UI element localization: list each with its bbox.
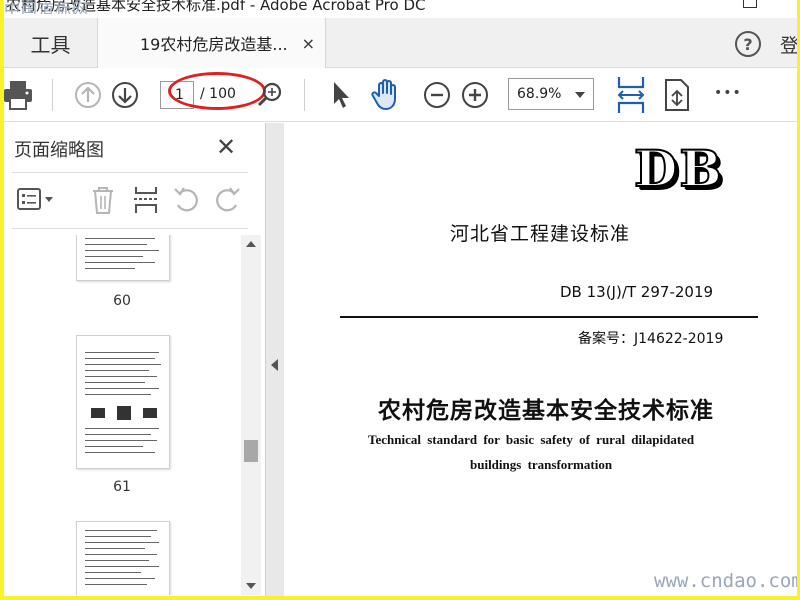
thumbnail-options-icon[interactable]	[16, 185, 56, 215]
sign-in-button[interactable]: 登	[780, 31, 797, 58]
zoom-search-icon[interactable]	[256, 81, 284, 109]
tab-tools[interactable]: 工具	[4, 18, 98, 68]
watermark-top-left: 中国道标网	[4, 0, 90, 14]
scroll-down-icon[interactable]	[246, 583, 256, 589]
thumbnail-page-60[interactable]	[76, 235, 170, 281]
help-icon[interactable]: ?	[735, 31, 761, 57]
document-title-en-line1: Technical standard for basic safety of r…	[368, 432, 695, 447]
panel-divider	[12, 228, 248, 229]
select-cursor-icon[interactable]	[330, 80, 352, 110]
window-restore-icon[interactable]	[743, 0, 757, 8]
toolbar-separator	[304, 79, 305, 111]
insert-page-icon[interactable]	[132, 185, 160, 215]
thumbnail-label: 60	[113, 293, 131, 309]
thumbnail-panel: 页面缩略图 ✕ 60 61	[4, 123, 266, 596]
document-title-cn: 农村危房改造基本安全技术标准	[378, 397, 714, 424]
scroll-up-icon[interactable]	[246, 241, 256, 247]
acrobat-window: 农村危房改造基本安全技术标准.pdf - Adobe Acrobat Pro D…	[4, 0, 797, 596]
more-tools-icon[interactable]: •••	[714, 85, 742, 101]
zoom-in-icon[interactable]	[460, 80, 490, 110]
zoom-out-icon[interactable]	[422, 80, 452, 110]
tab-document[interactable]: 19农村危房改造基... ×	[98, 18, 326, 68]
page-layout-icon[interactable]	[664, 78, 690, 112]
panel-divider	[12, 172, 248, 173]
tab-close-icon[interactable]: ×	[302, 34, 315, 53]
thumbnail-label: 61	[113, 479, 131, 495]
document-record-number: 备案号：J14622-2019	[578, 331, 724, 347]
toolbar-separator	[52, 79, 53, 111]
panel-close-icon[interactable]: ✕	[216, 133, 236, 161]
main-toolbar: 1 / 100 68.9% •••	[4, 69, 797, 122]
db-logo: DB	[633, 138, 724, 199]
hand-tool-icon[interactable]	[370, 78, 402, 112]
previous-page-icon[interactable]	[73, 80, 103, 110]
rotate-counterclockwise-icon[interactable]	[172, 185, 202, 215]
panel-title: 页面缩略图	[14, 140, 104, 161]
document-code: DB 13(J)/T 297-2019	[560, 283, 714, 301]
collapse-panel-icon[interactable]	[271, 359, 278, 371]
panel-splitter[interactable]	[266, 123, 284, 596]
tab-bar: 工具 19农村危房改造基... × ? 登	[4, 18, 797, 68]
print-icon[interactable]	[4, 79, 34, 111]
watermark-bottom-right: www.cndao.com	[654, 570, 797, 592]
thumbnail-page-62[interactable]	[76, 521, 170, 595]
red-annotation-ellipse	[168, 72, 266, 110]
fit-width-icon[interactable]	[616, 75, 646, 115]
scrollbar-thumb[interactable]	[244, 440, 258, 462]
thumbnail-list: 60 61	[12, 235, 240, 595]
document-rule	[340, 316, 758, 318]
document-view: DB 河北省工程建设标准 DB 13(J)/T 297-2019 备案号：J14…	[284, 123, 797, 596]
chevron-down-icon	[575, 92, 585, 98]
thumbnail-scrollbar[interactable]	[241, 235, 261, 595]
thumbnail-page-61[interactable]	[76, 335, 170, 469]
zoom-level-value: 68.9%	[517, 86, 562, 102]
document-organization: 河北省工程建设标准	[450, 223, 631, 245]
next-page-icon[interactable]	[110, 80, 140, 110]
delete-page-icon[interactable]	[90, 185, 116, 215]
zoom-level-select[interactable]: 68.9%	[508, 78, 594, 110]
title-bar: 农村危房改造基本安全技术标准.pdf - Adobe Acrobat Pro D…	[4, 0, 797, 14]
rotate-clockwise-icon[interactable]	[212, 185, 242, 215]
document-title-en-line2: buildings transformation	[470, 457, 613, 472]
tab-document-label: 19农村危房改造基...	[140, 35, 288, 54]
